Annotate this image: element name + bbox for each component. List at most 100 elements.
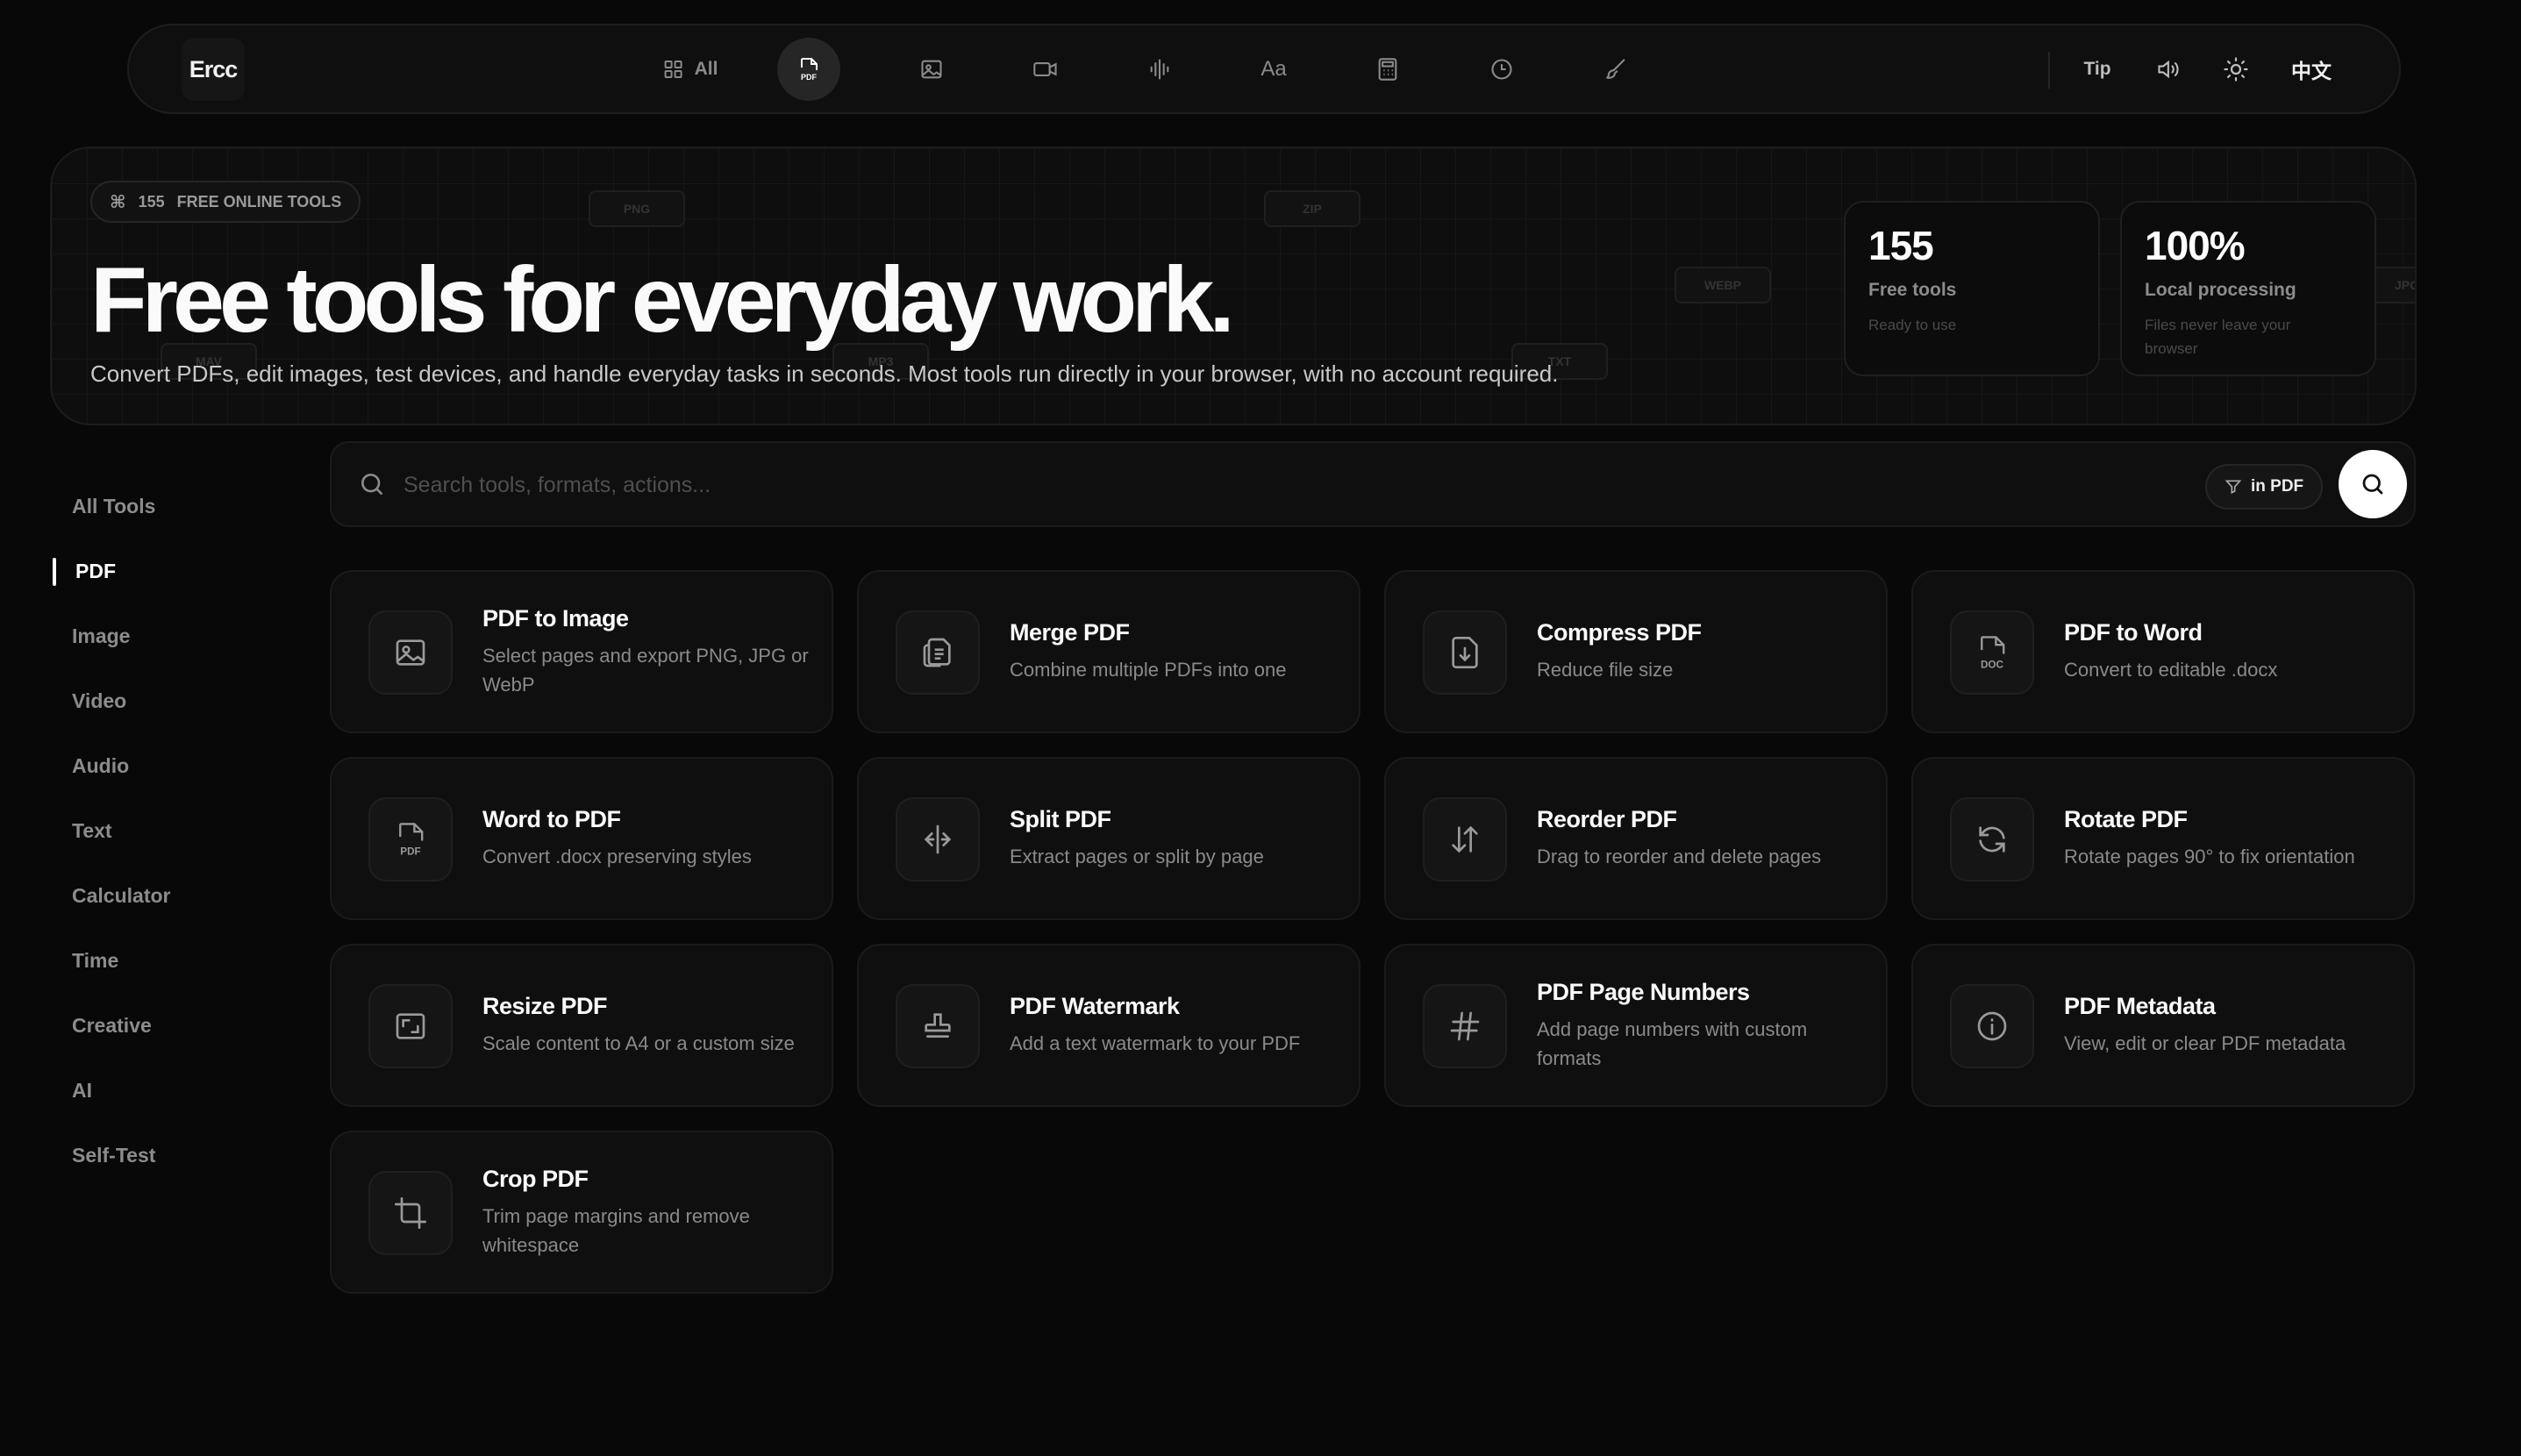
nav-time[interactable] <box>1489 57 1514 82</box>
pdf-file-icon: PDF <box>796 56 821 82</box>
stat-value: 155 <box>1868 223 1934 268</box>
rotate-icon <box>1950 797 2034 881</box>
nav-video[interactable] <box>1032 57 1059 82</box>
tool-card-resize-pdf[interactable]: Resize PDF Scale content to A4 or a cust… <box>330 944 833 1107</box>
svg-text:PDF: PDF <box>400 846 420 858</box>
speaker-icon <box>2156 57 2182 82</box>
tool-title: PDF Page Numbers <box>1537 978 1750 1005</box>
ghost-chip: ZIP <box>1264 190 1360 227</box>
svg-text:DOC: DOC <box>1981 660 2004 671</box>
nav-pdf[interactable]: PDF <box>777 37 840 101</box>
sidebar-item-creative[interactable]: Creative <box>53 993 298 1058</box>
hero-banner: PNG ZIP WEBP JPG MAV MP3 TXT ⌘ 155 FREE … <box>50 146 2417 425</box>
theme-toggle-button[interactable] <box>2223 56 2249 82</box>
sidebar-item-self-test[interactable]: Self-Test <box>53 1123 298 1188</box>
tool-title: Word to PDF <box>482 806 621 832</box>
tool-title: PDF Watermark <box>1010 993 1180 1019</box>
tool-card-crop-pdf[interactable]: Crop PDF Trim page margins and remove wh… <box>330 1131 833 1294</box>
tool-description: Add page numbers with custom formats <box>1537 1017 1808 1069</box>
tool-card-pdf-page-numbers[interactable]: PDF Page Numbers Add page numbers with c… <box>1384 944 1888 1107</box>
tool-card-pdf-to-image[interactable]: PDF to Image Select pages and export PNG… <box>330 570 833 733</box>
calculator-icon <box>1376 57 1399 82</box>
nav-creative[interactable] <box>1603 57 1628 82</box>
stamp-icon <box>896 984 980 1068</box>
tool-card-word-to-pdf[interactable]: PDF Word to PDF Convert .docx preserving… <box>330 757 833 920</box>
tool-description: Extract pages or split by page <box>1010 846 1264 867</box>
category-filter-chip[interactable]: in PDF <box>2205 464 2324 510</box>
sidebar-item-text[interactable]: Text <box>53 798 298 863</box>
page-title: Free tools for everyday work. <box>90 248 1235 352</box>
text-aa-icon: Aa <box>1260 56 1287 81</box>
ghost-chip: PNG <box>589 190 685 227</box>
tool-title: PDF to Image <box>482 604 629 632</box>
image-icon <box>919 57 944 82</box>
tool-description: Combine multiple PDFs into one <box>1010 659 1287 681</box>
tool-description: Convert .docx preserving styles <box>482 846 752 867</box>
stat-note: Ready to use <box>1868 317 1957 333</box>
nav-text[interactable]: Aa <box>1260 57 1286 82</box>
nav-all[interactable]: All <box>663 59 718 80</box>
tool-card-pdf-metadata[interactable]: PDF Metadata View, edit or clear PDF met… <box>1911 944 2415 1107</box>
search-icon <box>2360 471 2386 497</box>
language-toggle[interactable]: 中文 <box>2291 54 2332 84</box>
sun-icon <box>2223 56 2249 82</box>
sidebar-item-video[interactable]: Video <box>53 668 298 733</box>
category-sidebar: All Tools PDF Image Video Audio Text Cal… <box>53 474 298 1188</box>
tool-card-pdf-watermark[interactable]: PDF Watermark Add a text watermark to yo… <box>857 944 1360 1107</box>
info-icon <box>1950 984 2034 1068</box>
file-download-icon <box>1423 610 1507 695</box>
tip-button[interactable]: Tip <box>2083 59 2110 80</box>
tool-count-badge: ⌘ 155 FREE ONLINE TOOLS <box>90 181 361 223</box>
sidebar-item-image[interactable]: Image <box>53 603 298 668</box>
tool-card-split-pdf[interactable]: Split PDF Extract pages or split by page <box>857 757 1360 920</box>
sidebar-item-ai[interactable]: AI <box>53 1058 298 1123</box>
tool-title: Compress PDF <box>1537 619 1702 646</box>
nav-divider <box>2048 52 2050 89</box>
merge-files-icon <box>896 610 980 695</box>
tool-title: Reorder PDF <box>1537 806 1677 832</box>
sidebar-item-time[interactable]: Time <box>53 928 298 993</box>
crop-icon <box>368 1171 453 1255</box>
badge-count: 155 <box>138 192 165 211</box>
tool-card-rotate-pdf[interactable]: Rotate PDF Rotate pages 90° to fix orien… <box>1911 757 2415 920</box>
nav-image[interactable] <box>919 57 944 82</box>
search-icon <box>358 470 386 498</box>
sidebar-item-audio[interactable]: Audio <box>53 733 298 798</box>
sidebar-item-calculator[interactable]: Calculator <box>53 863 298 928</box>
nav-calculator[interactable] <box>1376 57 1399 82</box>
stat-card-free-tools: 155 Free tools Ready to use <box>1844 201 2100 376</box>
tool-title: PDF to Word <box>2064 619 2203 646</box>
tool-title: Rotate PDF <box>2064 806 2188 832</box>
sidebar-item-all-tools[interactable]: All Tools <box>53 474 298 539</box>
tool-title: Split PDF <box>1010 806 1111 832</box>
tool-card-reorder-pdf[interactable]: Reorder PDF Drag to reorder and delete p… <box>1384 757 1888 920</box>
search-bar: in PDF <box>330 441 2416 527</box>
ghost-chip: WEBP <box>1675 267 1771 303</box>
hash-icon <box>1423 984 1507 1068</box>
filter-label: in PDF <box>2251 477 2304 496</box>
search-submit-button[interactable] <box>2339 450 2407 518</box>
badge-label: FREE ONLINE TOOLS <box>176 192 342 211</box>
nav-audio[interactable] <box>1147 57 1172 82</box>
sidebar-item-pdf[interactable]: PDF <box>53 539 298 603</box>
tool-description: View, edit or clear PDF metadata <box>2064 1032 2346 1054</box>
audio-waveform-icon <box>1147 57 1172 82</box>
tool-title: Merge PDF <box>1010 619 1130 646</box>
tool-card-merge-pdf[interactable]: Merge PDF Combine multiple PDFs into one <box>857 570 1360 733</box>
sound-toggle-button[interactable] <box>2156 57 2182 82</box>
split-icon <box>896 797 980 881</box>
stat-note: Files never leave your browser <box>2145 317 2291 358</box>
tool-description: Convert to editable .docx <box>2064 659 2278 681</box>
video-camera-icon <box>1032 57 1059 82</box>
search-input[interactable] <box>404 466 1895 504</box>
tool-title: Crop PDF <box>482 1165 589 1192</box>
tool-card-pdf-to-word[interactable]: DOC PDF to Word Convert to editable .doc… <box>1911 570 2415 733</box>
page-subtitle: Convert PDFs, edit images, test devices,… <box>90 360 1559 387</box>
tool-description: Rotate pages 90° to fix orientation <box>2064 846 2355 867</box>
tool-description: Reduce file size <box>1537 659 1674 681</box>
stat-label: Local processing <box>2145 280 2296 300</box>
resize-icon <box>368 984 453 1068</box>
top-navigation: Ercc All PDF Aa Tip 中文 <box>127 24 2401 114</box>
image-icon <box>368 610 453 695</box>
tool-card-compress-pdf[interactable]: Compress PDF Reduce file size <box>1384 570 1888 733</box>
